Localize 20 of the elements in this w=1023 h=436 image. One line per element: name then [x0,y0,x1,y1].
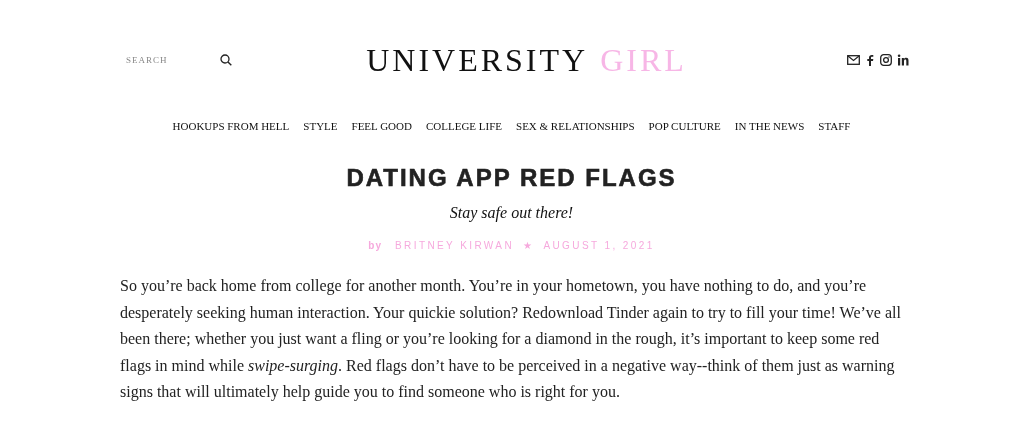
article-paragraph: So you’re back home from college for another month. You’re in your hometown, you have nothing to do, and you’re desperately seeking human interaction. Your quickie solution? Redownload Tinder again to try to fill your time! We’ve all been there; whether you just want a fling or you’re looking for a diamond in the rough, it’s important to keep some red flags in mind while swipe-surging. Red flags don’t have to be perceived in a negative way--think of them just as warning signs that will ultimately help guide you to find someone who is right for you. [120,276,902,403]
article-subtitle: Stay safe out there! [448,204,575,222]
nav-link[interactable]: IN THE NEWS [734,120,805,132]
nav-link[interactable]: COLLEGE LIFE [425,120,502,132]
article-title: DATING APP RED FLAGS [345,164,678,192]
instagram-icon[interactable] [880,54,892,66]
linkedin-icon[interactable] [897,54,909,66]
star-separator: ★ [523,240,535,251]
nav-link[interactable]: SEX & RELATIONSHIPS [516,120,635,132]
mail-icon[interactable] [847,55,860,65]
article-date: AUGUST 1, 2021 [543,240,655,251]
nav-link[interactable]: FEEL GOOD [351,120,412,132]
nav-link[interactable]: STYLE [303,120,338,132]
facebook-icon[interactable] [865,54,875,66]
nav-link[interactable]: POP CULTURE [648,120,721,132]
nav-link[interactable]: HOOKUPS FROM HELL [172,120,290,132]
byline-prefix: by [368,240,382,251]
logo-text[interactable]: UNIVERSITY [366,41,589,78]
search-icon[interactable] [220,54,232,66]
nav-link[interactable]: STAFF [818,120,851,132]
